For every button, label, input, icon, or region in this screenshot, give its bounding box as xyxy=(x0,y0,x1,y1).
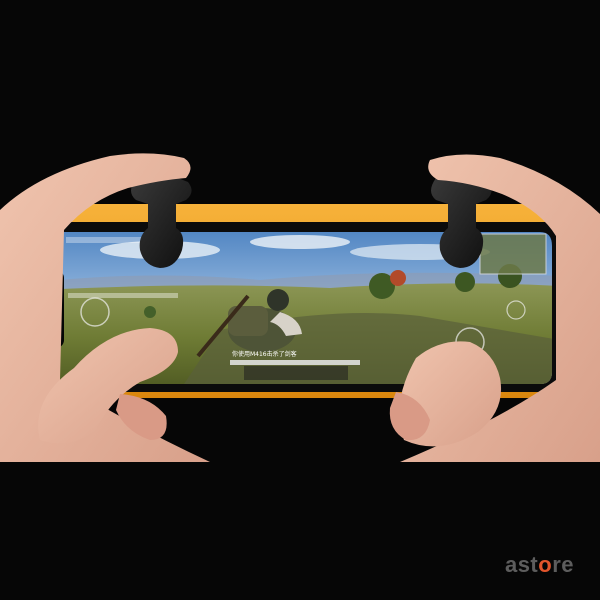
brand-watermark: astore xyxy=(505,552,574,578)
watermark-pre: ast xyxy=(504,552,539,577)
watermark-accent: o xyxy=(538,552,553,577)
product-photo: 你使用M416击杀了剑客 xyxy=(0,153,600,462)
minimap xyxy=(479,233,547,275)
health-bar xyxy=(230,360,360,365)
kill-feed-text: 你使用M416击杀了剑客 xyxy=(232,350,297,358)
hud-ammo-bar xyxy=(68,293,178,298)
weapon-slot xyxy=(244,366,348,380)
watermark-post: re xyxy=(552,552,574,577)
